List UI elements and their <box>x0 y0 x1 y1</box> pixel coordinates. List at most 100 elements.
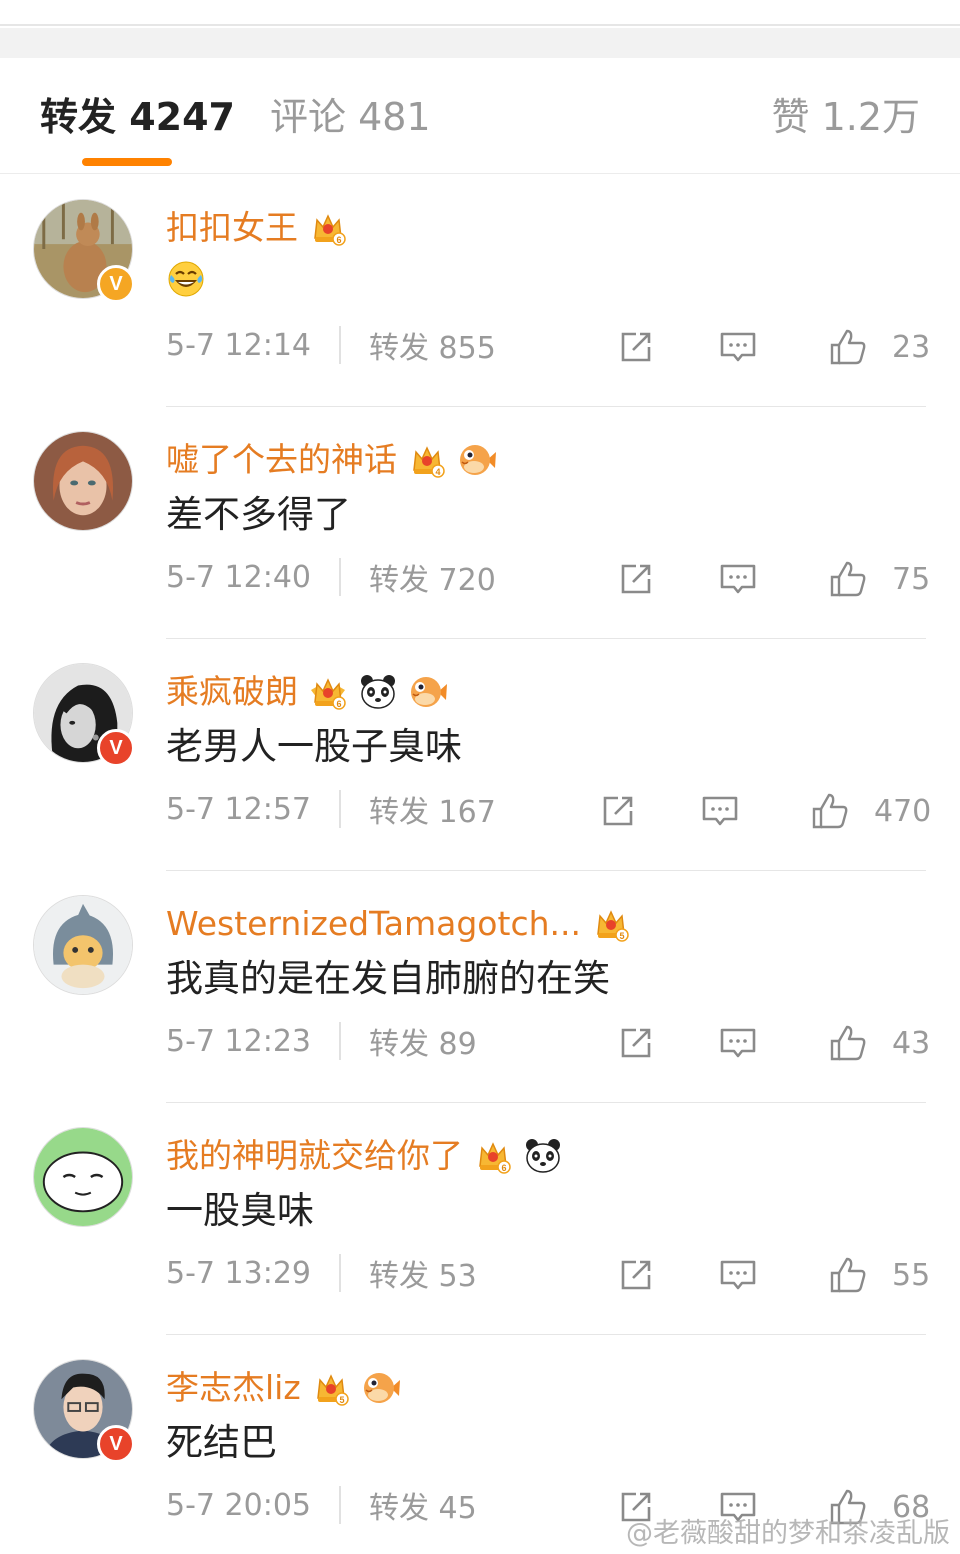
top-bar <box>0 0 960 26</box>
username[interactable]: 嘘了个去的神话 <box>166 440 397 480</box>
username[interactable]: 乘疯破朗 <box>166 672 298 712</box>
svg-text:5: 5 <box>339 1395 344 1405</box>
repost-item[interactable]: 嘘了个去的神话 4 差不多得了 5-7 12:40 转发 720 75 <box>0 407 960 639</box>
repost-count: 转发 720 <box>369 563 496 598</box>
repost-count: 转发 45 <box>369 1491 477 1526</box>
repost-text: 死结巴 <box>166 1421 277 1464</box>
svg-text:6: 6 <box>336 699 341 709</box>
repost-icon[interactable] <box>598 791 638 831</box>
thumbs-up-icon[interactable] <box>810 791 850 831</box>
timestamp: 5-7 12:57 <box>166 791 311 827</box>
repost-count: 转发 53 <box>369 1259 477 1294</box>
interaction-tabs: 转发 4247 评论 481 赞 1.2万 <box>0 58 960 174</box>
puffer-fish-icon <box>408 672 448 712</box>
repost-content: 老男人一股子臭味 <box>166 723 462 771</box>
action-bar: 55 <box>616 1253 930 1297</box>
timestamp: 5-7 13:29 <box>166 1255 311 1291</box>
verified-badge-icon: V <box>97 1425 135 1463</box>
repost-text: 一股臭味 <box>166 1189 314 1232</box>
action-bar: 75 <box>616 557 930 601</box>
username-row: 嘘了个去的神话 4 <box>166 437 497 483</box>
timestamp: 5-7 12:14 <box>166 327 311 363</box>
repost-meta: 5-7 12:23 转发 89 <box>166 1021 477 1062</box>
like-count: 43 <box>892 1025 931 1061</box>
avatar[interactable] <box>33 431 133 531</box>
username-row: 我的神明就交给你了 6 <box>166 1133 563 1179</box>
repost-item[interactable]: V 扣扣女王 6 5-7 12:14 转发 855 23 <box>0 175 960 407</box>
thumbs-up-icon[interactable] <box>828 327 868 367</box>
avatar[interactable] <box>33 1127 133 1227</box>
repost-item[interactable]: 我的神明就交给你了 6 一股臭味 5-7 13:29 转发 53 55 <box>0 1103 960 1335</box>
repost-item[interactable]: WesternizedTamagotch... 5 我真的是在发自肺腑的在笑 5… <box>0 871 960 1103</box>
like-count: 55 <box>892 1257 931 1293</box>
thumbs-up-icon[interactable] <box>828 559 868 599</box>
repost-content <box>166 259 206 311</box>
puffer-fish-icon <box>457 440 497 480</box>
repost-count: 转发 167 <box>369 795 496 830</box>
repost-icon[interactable] <box>616 1023 656 1063</box>
panda-icon <box>358 672 398 712</box>
action-bar: 470 <box>598 789 931 833</box>
username-row: WesternizedTamagotch... 5 <box>166 901 631 947</box>
puffer-fish-icon <box>361 1368 401 1408</box>
repost-text: 我真的是在发自肺腑的在笑 <box>166 957 610 1000</box>
action-bar: 43 <box>616 1021 930 1065</box>
meta-divider <box>339 790 341 828</box>
tab-likes[interactable]: 赞 1.2万 <box>771 94 920 140</box>
thumbs-up-icon[interactable] <box>828 1023 868 1063</box>
watermark: @老薇酸甜的梦和茶凌乱版 <box>626 1518 950 1549</box>
timestamp: 5-7 20:05 <box>166 1487 311 1523</box>
crown-level-5-icon: 5 <box>591 904 631 944</box>
svg-text:5: 5 <box>619 931 624 941</box>
crown-level-6-icon: 6 <box>473 1136 513 1176</box>
repost-content: 死结巴 <box>166 1419 277 1467</box>
action-bar: 23 <box>616 325 930 369</box>
comment-icon[interactable] <box>718 1255 758 1295</box>
like-count: 75 <box>892 561 931 597</box>
active-tab-indicator <box>82 158 172 166</box>
like-count: 23 <box>892 329 931 365</box>
comment-icon[interactable] <box>718 559 758 599</box>
svg-text:4: 4 <box>435 467 440 477</box>
tab-comments[interactable]: 评论 481 <box>270 94 431 140</box>
crown-level-4-icon: 4 <box>407 440 447 480</box>
username[interactable]: 扣扣女王 <box>166 208 298 248</box>
meta-divider <box>339 1486 341 1524</box>
repost-icon[interactable] <box>616 559 656 599</box>
section-gap <box>0 28 960 58</box>
repost-count: 转发 89 <box>369 1027 477 1062</box>
username[interactable]: WesternizedTamagotch... <box>166 904 581 944</box>
repost-meta: 5-7 20:05 转发 45 <box>166 1485 477 1526</box>
svg-text:6: 6 <box>501 1163 506 1173</box>
meta-divider <box>339 1022 341 1060</box>
timestamp: 5-7 12:23 <box>166 1023 311 1059</box>
tab-reposts[interactable]: 转发 4247 <box>40 94 235 140</box>
crown-level-5-icon: 5 <box>311 1368 351 1408</box>
repost-text: 差不多得了 <box>166 493 351 536</box>
repost-count: 转发 855 <box>369 331 496 366</box>
repost-meta: 5-7 12:14 转发 855 <box>166 325 496 366</box>
avatar[interactable] <box>33 895 133 995</box>
repost-content: 我真的是在发自肺腑的在笑 <box>166 955 610 1003</box>
repost-icon[interactable] <box>616 327 656 367</box>
verified-badge-icon: V <box>97 729 135 767</box>
thumbs-up-icon[interactable] <box>828 1255 868 1295</box>
repost-content: 一股臭味 <box>166 1187 314 1235</box>
svg-text:6: 6 <box>336 235 341 245</box>
crown-level-6-icon: 6 <box>308 208 348 248</box>
repost-meta: 5-7 12:40 转发 720 <box>166 557 496 598</box>
username[interactable]: 李志杰liz <box>166 1368 301 1408</box>
repost-item[interactable]: V 乘疯破朗 6 老男人一股子臭味 5-7 12:57 转发 167 470 <box>0 639 960 871</box>
comment-icon[interactable] <box>718 327 758 367</box>
comment-icon[interactable] <box>700 791 740 831</box>
username-row: 李志杰liz 5 <box>166 1365 401 1411</box>
like-count: 470 <box>874 793 932 829</box>
username-row: 乘疯破朗 6 <box>166 669 448 715</box>
repost-content: 差不多得了 <box>166 491 351 539</box>
username[interactable]: 我的神明就交给你了 <box>166 1136 463 1176</box>
meta-divider <box>339 1254 341 1292</box>
comment-icon[interactable] <box>718 1023 758 1063</box>
repost-meta: 5-7 13:29 转发 53 <box>166 1253 477 1294</box>
repost-icon[interactable] <box>616 1255 656 1295</box>
username-row: 扣扣女王 6 <box>166 205 348 251</box>
